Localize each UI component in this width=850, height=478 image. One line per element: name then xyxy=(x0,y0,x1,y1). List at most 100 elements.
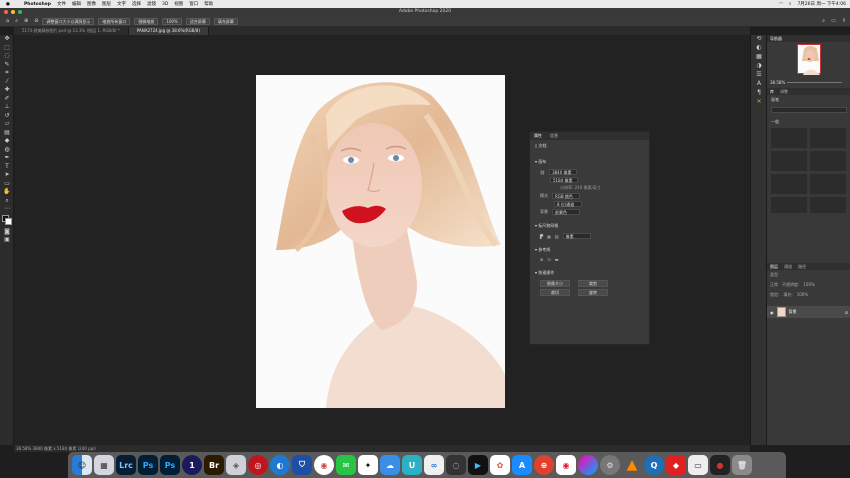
eyedropper-tool-icon[interactable]: ⁄ xyxy=(0,78,14,87)
layer-filter-kind[interactable]: 类型 xyxy=(770,272,778,278)
path-select-tool-icon[interactable]: ➤ xyxy=(0,171,14,180)
brush-settings[interactable]: 画笔 xyxy=(767,95,850,105)
color-swatches-icon[interactable] xyxy=(0,214,14,228)
menubar-clock[interactable]: 7月26日 周一 下午4:06 xyxy=(797,1,846,7)
dock-1password[interactable]: 1 xyxy=(182,455,202,475)
brush-search-input[interactable] xyxy=(771,107,847,113)
navigator-tab[interactable]: 导航器 xyxy=(770,36,782,42)
dock-finder[interactable]: ☺ xyxy=(72,455,92,475)
shape-tool-icon[interactable]: ▭ xyxy=(0,180,14,189)
navigator-zoom-slider[interactable] xyxy=(787,82,842,83)
ruler-unit-select[interactable]: 像素 xyxy=(562,233,591,239)
blend-mode-select[interactable]: 正常 xyxy=(770,282,778,288)
dock-trash[interactable]: 🗑 xyxy=(732,455,752,475)
canvas-height-field[interactable]: 5184 像素 xyxy=(550,177,578,183)
zoom-in-icon[interactable]: ⊕ xyxy=(24,18,28,24)
pen-tool-icon[interactable]: ✒ xyxy=(0,154,14,163)
crop-button[interactable]: 裁剪 xyxy=(578,280,608,287)
home-icon[interactable]: ⌂ xyxy=(6,18,9,24)
app-menu[interactable]: Photoshop xyxy=(24,2,51,7)
visibility-eye-icon[interactable]: ◉ xyxy=(770,310,774,315)
opacity-field[interactable]: 100% xyxy=(803,282,814,288)
tab-document-2[interactable]: PANA2724.jpg @ 38.6%(RGB/8) xyxy=(128,27,210,35)
zoom-tool-icon[interactable]: ⌕ xyxy=(15,18,18,24)
menu-edit[interactable]: 编辑 xyxy=(72,1,81,7)
scrubby-zoom-checkbox[interactable]: 细微缩放 xyxy=(134,17,159,25)
zoom-tool-icon[interactable]: ⌕ xyxy=(0,197,14,206)
gradient-tool-icon[interactable]: ▤ xyxy=(0,129,14,138)
crop-tool-icon[interactable]: ⌗ xyxy=(0,69,14,78)
dock-app-video[interactable]: ▶ xyxy=(468,455,488,475)
zoom-100-button[interactable]: 100% xyxy=(162,17,182,25)
search-icon[interactable]: ⌕ xyxy=(789,1,792,7)
brush-preset[interactable] xyxy=(810,128,846,148)
history-brush-tool-icon[interactable]: ↺ xyxy=(0,112,14,121)
brush-preset[interactable] xyxy=(810,197,846,213)
image-size-button[interactable]: 图像大小 xyxy=(540,280,570,287)
dock-app-red-square[interactable]: ◆ xyxy=(666,455,686,475)
color-panel-icon[interactable]: ◐ xyxy=(751,44,767,53)
tab-channels[interactable]: 通道 xyxy=(784,264,792,270)
brush-preset[interactable] xyxy=(771,174,807,194)
adjustments-panel-icon[interactable]: ◑ xyxy=(751,62,767,71)
hand-tool-icon[interactable]: ✋ xyxy=(0,188,14,197)
healing-tool-icon[interactable]: ✚ xyxy=(0,86,14,95)
dock-system-preferences[interactable]: ⚙ xyxy=(600,455,620,475)
workspace-icon[interactable]: ▭ xyxy=(831,18,836,24)
zoom-out-icon[interactable]: ⊖ xyxy=(34,18,38,24)
dock-chrome[interactable]: ◉ xyxy=(314,455,334,475)
screen-mode-icon[interactable]: ▣ xyxy=(0,236,14,245)
guide-icon[interactable]: ▥ xyxy=(555,234,559,239)
menu-view[interactable]: 视图 xyxy=(174,1,183,7)
dock-app-cloud[interactable]: ☁ xyxy=(380,455,400,475)
dock-app-dark-2[interactable]: ● xyxy=(710,455,730,475)
move-tool-icon[interactable]: ✥ xyxy=(0,35,14,44)
document-image[interactable] xyxy=(256,75,505,408)
libraries-panel-icon[interactable]: ☰ xyxy=(751,71,767,80)
dock-app-scribble[interactable]: ∞ xyxy=(424,455,444,475)
dock-app-dark[interactable]: ◌ xyxy=(446,455,466,475)
tab-info[interactable]: 信息 xyxy=(550,133,558,139)
menu-file[interactable]: 文件 xyxy=(57,1,66,7)
canvas-width-field[interactable]: 3840 像素 xyxy=(549,169,578,175)
dock-bridge[interactable]: Br xyxy=(204,455,224,475)
share-icon[interactable]: ⇪ xyxy=(842,18,846,24)
menu-help[interactable]: 帮助 xyxy=(204,1,213,7)
dock-vlc[interactable]: ▲ xyxy=(622,455,642,475)
dock-wechat[interactable]: ✉ xyxy=(336,455,356,475)
brush-preset[interactable] xyxy=(810,174,846,194)
wifi-icon[interactable]: ◠ xyxy=(779,2,783,7)
dock-launchpad[interactable]: ▦ xyxy=(94,455,114,475)
type-tool-icon[interactable]: T xyxy=(0,163,14,172)
tab-paths[interactable]: 路径 xyxy=(798,264,806,270)
dock-app-store[interactable]: A xyxy=(512,455,532,475)
lasso-tool-icon[interactable]: ◌ xyxy=(0,52,14,61)
rotate-button[interactable]: 旋转 xyxy=(578,289,608,296)
dock-photoshop-2[interactable]: Ps xyxy=(160,455,180,475)
dock-photoshop[interactable]: Ps xyxy=(138,455,158,475)
menu-select[interactable]: 选择 xyxy=(132,1,141,7)
apple-menu-icon[interactable]: ● xyxy=(6,2,10,7)
mode-select[interactable]: RGB 颜色 xyxy=(552,193,580,199)
lock-guides-icon[interactable]: ⊡ xyxy=(547,257,550,262)
layer-row[interactable]: ◉ 背景 ⊡ xyxy=(767,306,850,318)
navigator-zoom[interactable]: 38.58% xyxy=(770,80,785,85)
tab-properties[interactable]: 属性 xyxy=(534,133,542,139)
quick-select-tool-icon[interactable]: ✎ xyxy=(0,61,14,70)
ruler-icon[interactable]: ▛ xyxy=(540,234,543,239)
tab-adjustments[interactable]: 调整 xyxy=(780,89,788,95)
navigator-thumbnail[interactable] xyxy=(797,44,821,75)
eraser-tool-icon[interactable]: ▱ xyxy=(0,120,14,129)
clone-stamp-tool-icon[interactable]: ⊥ xyxy=(0,103,14,112)
tab-document-1[interactable]: 5174-欧美精修图片.psd @ 13.3% (图层 1, RGB/8) * xyxy=(14,27,129,35)
fill-screen-button[interactable]: 填充屏幕 xyxy=(213,17,238,25)
dock-app-shield[interactable]: ⛉ xyxy=(292,455,312,475)
paragraph-panel-icon[interactable]: ¶ xyxy=(751,89,767,98)
dock-app-blue[interactable]: ◐ xyxy=(270,455,290,475)
dock-app-globe[interactable]: ⊕ xyxy=(534,455,554,475)
link-icon[interactable]: ⛓ xyxy=(540,170,545,175)
fit-screen-button[interactable]: 适合屏幕 xyxy=(185,17,210,25)
dock-qq[interactable]: ✦ xyxy=(358,455,378,475)
brush-preset[interactable] xyxy=(810,151,846,171)
zoom-all-windows-checkbox[interactable]: 缩放所有窗口 xyxy=(98,17,131,25)
